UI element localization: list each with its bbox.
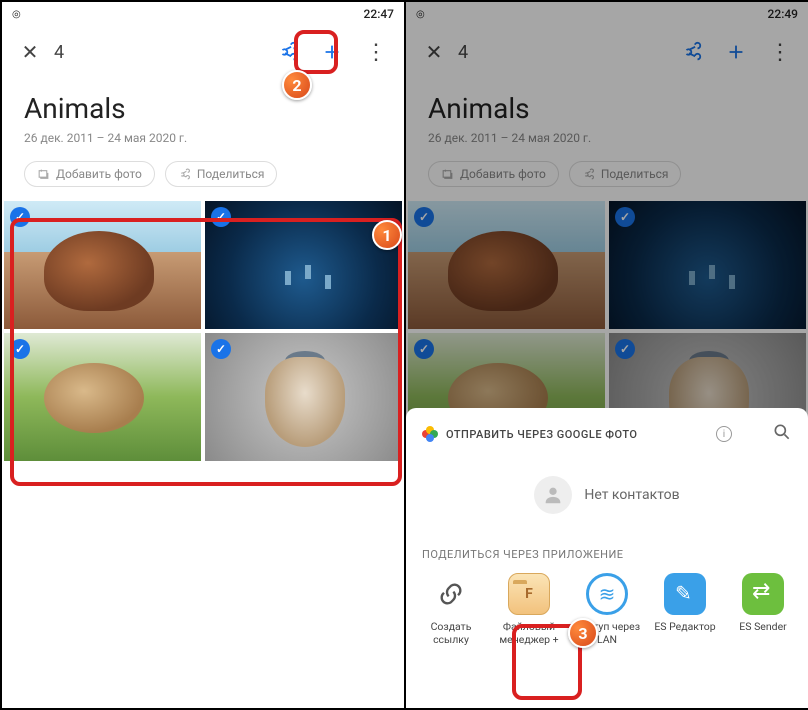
app-es-editor[interactable]: ES Редактор <box>648 573 722 646</box>
add-icon[interactable] <box>312 32 352 72</box>
share-sheet: ОТПРАВИТЬ ЧЕРЕЗ GOOGLE ФОТО i Нет контак… <box>406 408 808 708</box>
app-lan-access[interactable]: Доступ через LAN <box>570 573 644 646</box>
selection-toolbar: ✕ 4 ⋮ <box>2 26 404 78</box>
share-chip-label: Поделиться <box>197 167 265 181</box>
album-title: Animals <box>24 92 382 125</box>
app-es-sender[interactable]: ES Sender <box>726 573 800 646</box>
statusbar: ◎ 22:47 <box>2 2 404 26</box>
sender-icon <box>742 573 784 615</box>
search-icon[interactable] <box>772 422 792 446</box>
add-photo-chip[interactable]: Добавить фото <box>24 161 155 187</box>
phone-right: ◎ 22:49 ✕ 4 ⋮ Animals 26 дек. 2011 – 24 … <box>406 2 808 708</box>
selection-count: 4 <box>50 42 268 63</box>
share-chip[interactable]: Поделиться <box>165 161 278 187</box>
file-manager-icon <box>508 573 550 615</box>
app-label: Создать ссылку <box>414 621 488 646</box>
editor-icon <box>664 573 706 615</box>
more-icon[interactable]: ⋮ <box>356 32 396 72</box>
app-row: Создать ссылку Файловый менеджер + Досту… <box>406 573 808 654</box>
check-icon <box>10 339 30 359</box>
photo-thumb[interactable] <box>4 201 201 329</box>
app-label: Доступ через LAN <box>570 621 644 646</box>
google-photos-icon <box>422 426 438 442</box>
no-contacts: Нет контактов <box>406 456 808 538</box>
album-header: Animals 26 дек. 2011 – 24 мая 2020 г. <box>2 78 404 151</box>
app-file-manager[interactable]: Файловый менеджер + <box>492 573 566 646</box>
close-icon[interactable]: ✕ <box>10 40 50 64</box>
app-create-link[interactable]: Создать ссылку <box>414 573 488 646</box>
add-photo-label: Добавить фото <box>56 167 142 181</box>
photo-thumb[interactable] <box>205 333 402 461</box>
check-icon <box>211 339 231 359</box>
share-icon[interactable] <box>268 32 308 72</box>
chip-bar: Добавить фото Поделиться <box>2 151 404 201</box>
photo-thumb[interactable] <box>4 333 201 461</box>
apps-label: ПОДЕЛИТЬСЯ ЧЕРЕЗ ПРИЛОЖЕНИЕ <box>406 538 808 573</box>
person-icon <box>534 476 572 514</box>
no-contacts-label: Нет контактов <box>584 487 679 503</box>
check-icon <box>10 207 30 227</box>
app-label: ES Sender <box>739 621 786 634</box>
panel-divider <box>404 2 406 708</box>
link-icon <box>430 573 472 615</box>
sheet-title: ОТПРАВИТЬ ЧЕРЕЗ GOOGLE ФОТО <box>446 428 708 441</box>
app-label: ES Редактор <box>654 621 715 634</box>
phone-left: ◎ 22:47 ✕ 4 ⋮ Animals 26 дек. 2011 – 24 … <box>2 2 404 708</box>
lan-icon <box>586 573 628 615</box>
app-label: Файловый менеджер + <box>492 621 566 646</box>
check-icon <box>211 207 231 227</box>
info-icon[interactable]: i <box>716 426 732 442</box>
album-dates: 26 дек. 2011 – 24 мая 2020 г. <box>24 131 382 145</box>
clock: 22:47 <box>364 7 394 21</box>
photo-thumb[interactable] <box>205 201 402 329</box>
photo-grid <box>2 201 404 461</box>
gps-icon: ◎ <box>12 9 21 20</box>
